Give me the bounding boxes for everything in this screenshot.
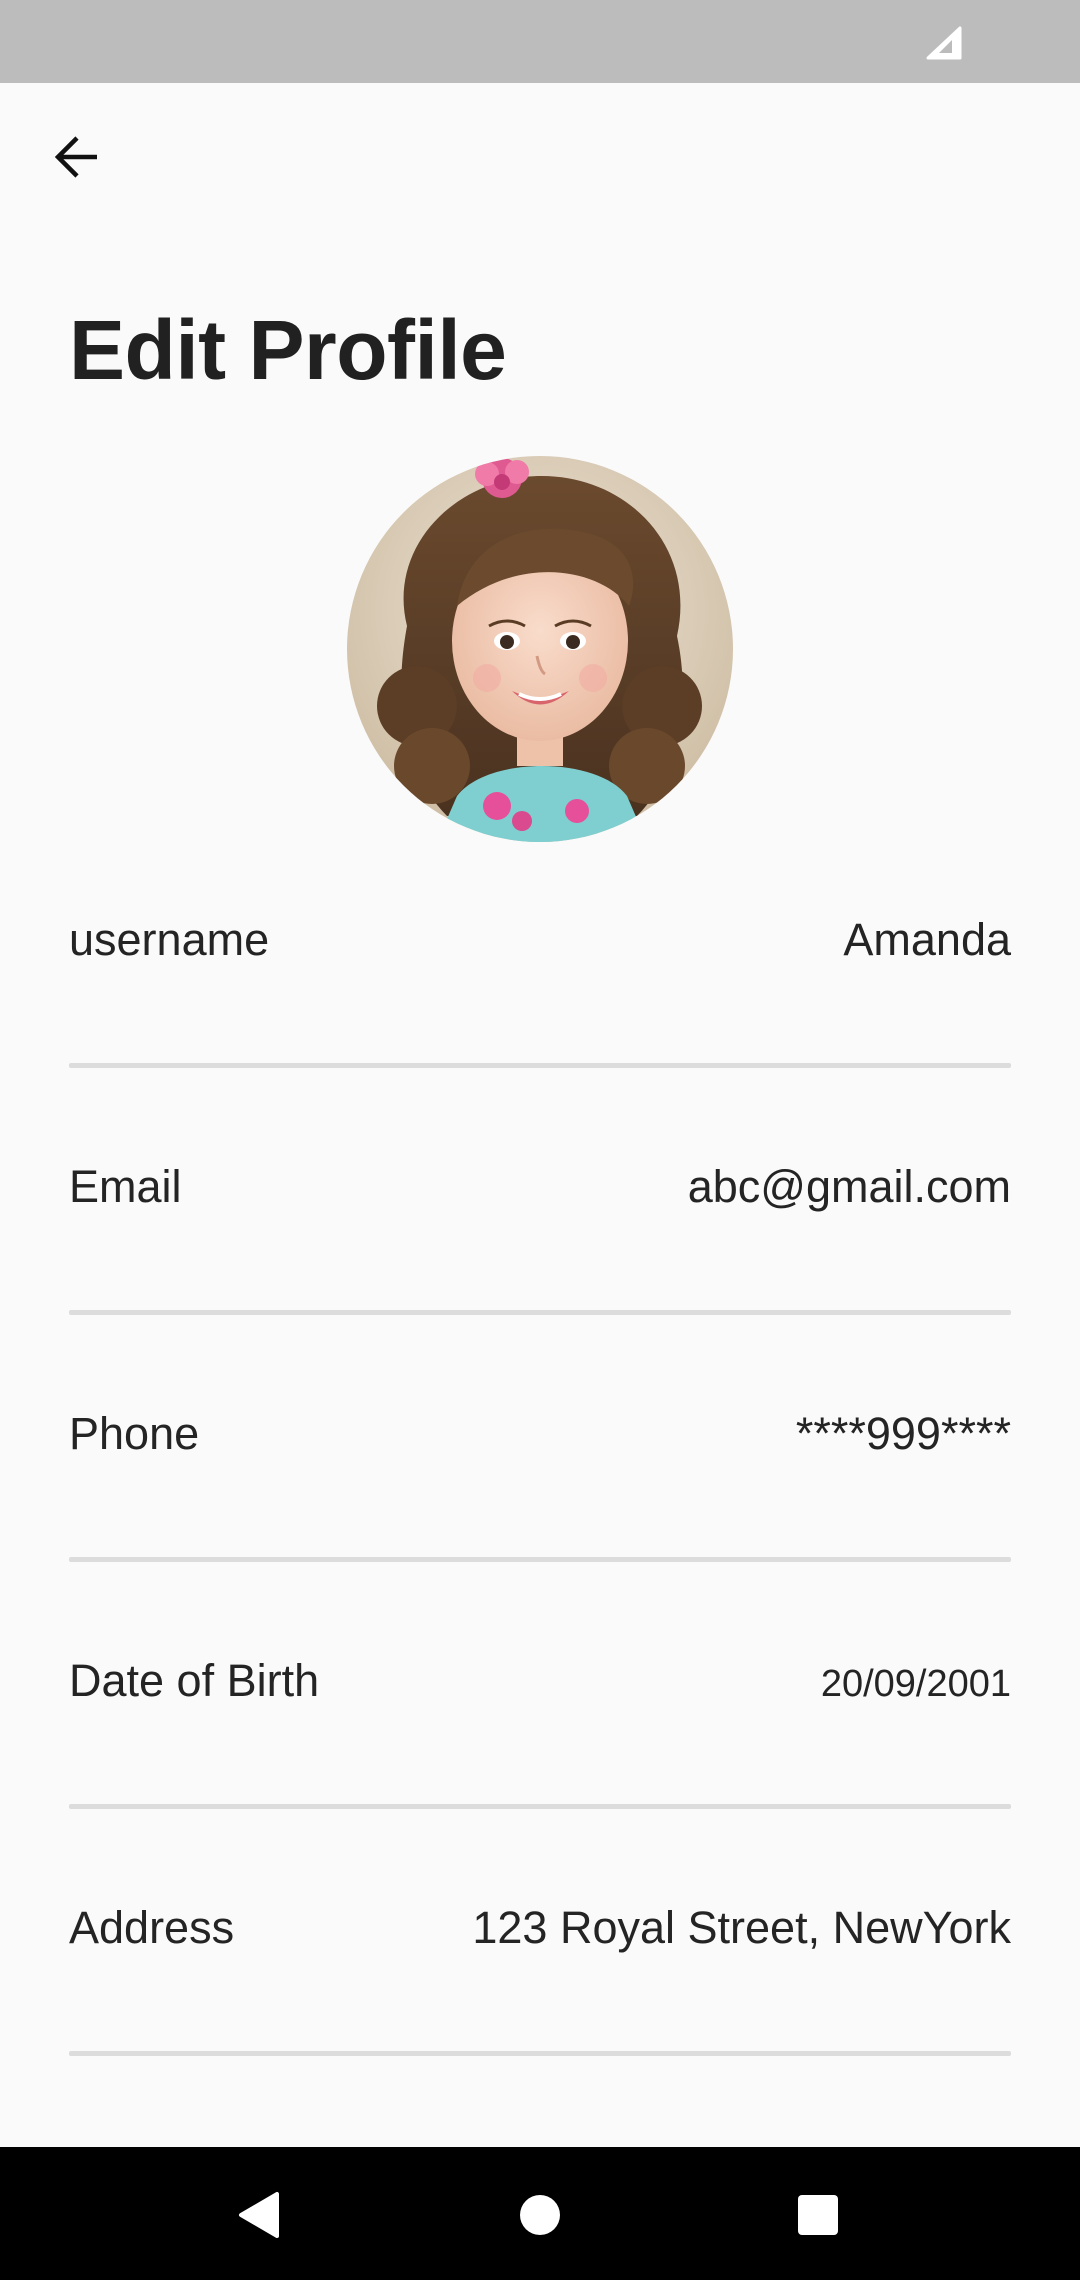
- recents-square-icon: [798, 2195, 838, 2235]
- status-bar: [0, 0, 1080, 83]
- field-label: Date of Birth: [69, 1655, 320, 1706]
- field-value: abc@gmail.com: [687, 1161, 1011, 1212]
- back-button[interactable]: [40, 120, 114, 194]
- divider: [69, 1310, 1011, 1315]
- profile-field-list: username Amanda Email abc@gmail.com Phon…: [69, 870, 1011, 2105]
- divider: [69, 2051, 1011, 2056]
- profile-photo: [347, 456, 733, 842]
- divider: [69, 1063, 1011, 1068]
- date-of-birth-field[interactable]: Date of Birth 20/09/2001: [69, 1611, 1011, 1858]
- field-value: 20/09/2001: [820, 1663, 1011, 1705]
- divider: [69, 1804, 1011, 1809]
- field-value: Amanda: [843, 914, 1011, 965]
- signal-icon: [926, 26, 962, 60]
- nav-home-button[interactable]: [500, 2175, 580, 2255]
- back-triangle-icon: [239, 2192, 279, 2238]
- divider: [69, 1557, 1011, 1562]
- phone-field[interactable]: Phone ****999****: [69, 1364, 1011, 1611]
- username-field[interactable]: username Amanda: [69, 870, 1011, 1117]
- system-nav-bar: [0, 2147, 1080, 2280]
- field-label: username: [69, 914, 270, 965]
- field-value: 123 Royal Street, NewYork: [472, 1902, 1011, 1953]
- field-label: Address: [69, 1902, 235, 1953]
- field-label: Email: [69, 1161, 182, 1212]
- email-field[interactable]: Email abc@gmail.com: [69, 1117, 1011, 1364]
- home-circle-icon: [520, 2195, 560, 2235]
- address-field[interactable]: Address 123 Royal Street, NewYork: [69, 1858, 1011, 2105]
- field-label: Phone: [69, 1408, 200, 1459]
- avatar[interactable]: [347, 456, 733, 842]
- page-title: Edit Profile: [69, 303, 507, 397]
- field-value: ****999****: [795, 1408, 1011, 1459]
- nav-back-button[interactable]: [219, 2175, 299, 2255]
- arrow-left-icon: [54, 136, 97, 178]
- nav-recents-button[interactable]: [778, 2175, 858, 2255]
